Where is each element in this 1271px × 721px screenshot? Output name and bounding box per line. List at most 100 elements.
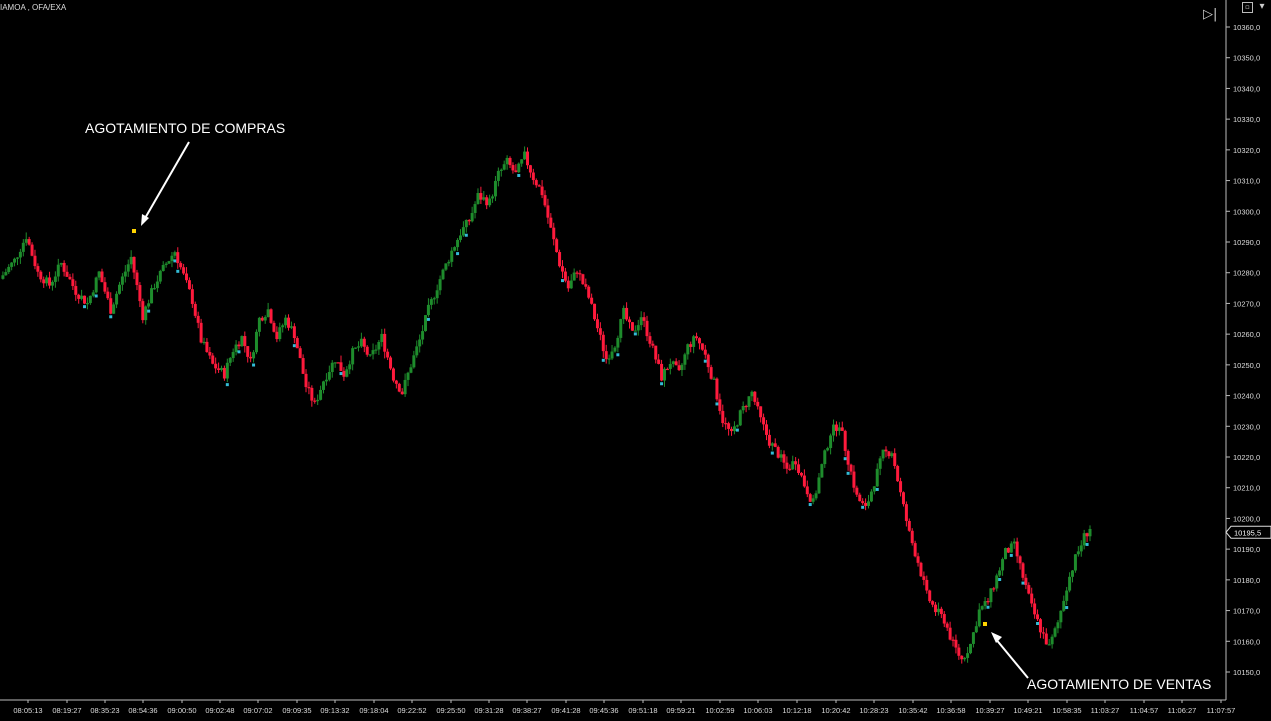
play-to-end-button[interactable]: ▷| bbox=[1203, 8, 1217, 22]
candle-body bbox=[447, 261, 451, 264]
candle-body bbox=[735, 425, 739, 427]
menu-button[interactable]: ▾ bbox=[1256, 2, 1268, 12]
candle-body bbox=[531, 172, 535, 181]
candle-body bbox=[718, 399, 722, 411]
candlestick-series bbox=[1, 146, 1092, 664]
candle-body bbox=[88, 295, 92, 304]
price-tick-label: 10320,0 bbox=[1233, 146, 1260, 155]
candle-body bbox=[432, 298, 436, 300]
time-tick-label: 09:25:50 bbox=[436, 706, 465, 715]
candle-body bbox=[1082, 533, 1086, 546]
candle-body bbox=[633, 330, 637, 332]
candle-body bbox=[77, 294, 81, 299]
candle-body bbox=[817, 477, 821, 494]
time-tick-label: 08:35:23 bbox=[90, 706, 119, 715]
candle-body bbox=[951, 639, 955, 641]
candle-body bbox=[120, 276, 124, 285]
candle-body bbox=[371, 350, 375, 355]
candle-body bbox=[724, 423, 728, 425]
candle-body bbox=[491, 196, 495, 199]
candle-body bbox=[916, 556, 920, 563]
candle-body bbox=[170, 255, 174, 262]
candle-body bbox=[71, 279, 75, 287]
candle-body bbox=[820, 464, 824, 478]
price-tick-label: 10170,0 bbox=[1233, 607, 1260, 616]
candle-body bbox=[869, 491, 873, 502]
price-tick-label: 10230,0 bbox=[1233, 422, 1260, 431]
candle-body bbox=[1038, 619, 1042, 633]
candle-body bbox=[324, 379, 328, 382]
candle-body bbox=[1085, 533, 1089, 537]
candle-body bbox=[563, 271, 567, 281]
chart-panel[interactable]: 10150,0 10160,0 10170,0 10180,0 10190,0 10200… bbox=[0, 0, 1271, 721]
candle-body bbox=[415, 346, 419, 356]
candle-body bbox=[811, 498, 815, 502]
candle-body bbox=[83, 295, 87, 304]
candle-body bbox=[30, 244, 34, 256]
time-tick-label: 09:09:35 bbox=[282, 706, 311, 715]
candle-body bbox=[832, 424, 836, 436]
candle-body bbox=[797, 464, 801, 473]
candle-body bbox=[91, 292, 95, 296]
candle-body bbox=[339, 362, 343, 371]
candle-body bbox=[785, 462, 789, 469]
candle-body bbox=[651, 343, 655, 346]
candle-body bbox=[904, 504, 908, 521]
candle-body bbox=[738, 410, 742, 426]
candle-body bbox=[1030, 593, 1034, 604]
candle-body bbox=[234, 344, 238, 353]
candle-body bbox=[1024, 577, 1028, 586]
candle-body bbox=[922, 576, 926, 580]
exhaustion-marker-compras bbox=[132, 229, 136, 233]
candle-body bbox=[645, 320, 649, 337]
price-tick-label: 10270,0 bbox=[1233, 299, 1260, 308]
signal-dot bbox=[633, 332, 637, 336]
candle-body bbox=[1068, 576, 1072, 591]
signal-dot bbox=[703, 359, 707, 363]
window-button[interactable]: ▫ bbox=[1242, 2, 1253, 13]
candle-body bbox=[1062, 600, 1066, 611]
time-axis: 08:05:13 08:19:27 08:35:23 08:54:36 09:00:50… bbox=[13, 700, 1235, 715]
signal-dot bbox=[94, 294, 98, 298]
candle-body bbox=[794, 461, 798, 465]
candle-body bbox=[587, 286, 591, 298]
candle-body bbox=[560, 266, 564, 272]
candle-body bbox=[715, 378, 719, 400]
candle-body bbox=[176, 252, 180, 264]
candle-body bbox=[391, 368, 395, 381]
candle-body bbox=[85, 303, 89, 305]
candle-body bbox=[292, 326, 296, 339]
candle-body bbox=[152, 288, 156, 290]
candle-body bbox=[39, 271, 43, 280]
price-tick-label: 10200,0 bbox=[1233, 514, 1260, 523]
candle-body bbox=[426, 304, 430, 316]
candle-body bbox=[56, 264, 60, 277]
candle-body bbox=[566, 280, 570, 289]
candle-body bbox=[712, 378, 716, 380]
time-tick-label: 09:41:28 bbox=[551, 706, 580, 715]
candle-body bbox=[155, 281, 159, 289]
candle-body bbox=[992, 588, 996, 590]
candle-body bbox=[24, 239, 28, 243]
candle-body bbox=[593, 303, 597, 320]
candle-body bbox=[362, 338, 366, 347]
price-chart[interactable]: 10150,0 10160,0 10170,0 10180,0 10190,0 10200… bbox=[0, 0, 1271, 721]
candle-body bbox=[187, 280, 191, 290]
time-tick-label: 08:19:27 bbox=[52, 706, 81, 715]
candle-body bbox=[829, 435, 833, 449]
candle-body bbox=[846, 450, 850, 465]
candle-body bbox=[4, 272, 8, 276]
candle-body bbox=[123, 271, 127, 277]
candle-body bbox=[514, 170, 518, 173]
candle-body bbox=[540, 186, 544, 196]
candle-body bbox=[403, 379, 407, 395]
candle-body bbox=[744, 405, 748, 408]
candle-body bbox=[977, 609, 981, 627]
candle-body bbox=[106, 291, 110, 299]
candle-body bbox=[508, 157, 512, 166]
candle-body bbox=[849, 464, 853, 472]
signal-dot bbox=[735, 428, 739, 432]
candle-body bbox=[732, 426, 736, 432]
candle-body bbox=[893, 453, 897, 467]
candle-body bbox=[1003, 548, 1007, 560]
